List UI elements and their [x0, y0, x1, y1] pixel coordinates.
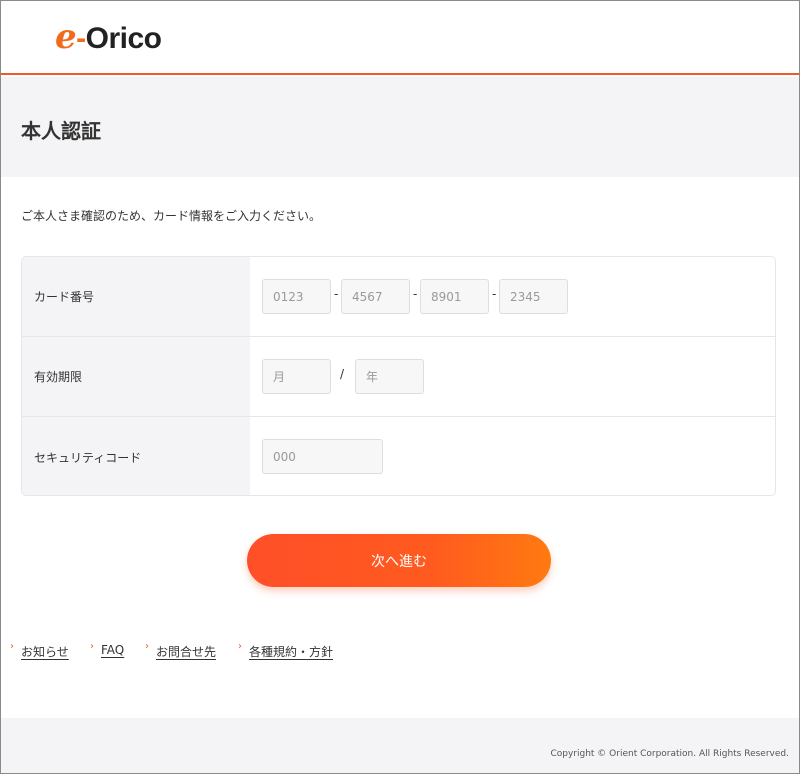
intro-text: ご本人さま確認のため、カード情報をご入力ください。 [21, 209, 322, 223]
card-number-input-3[interactable]: 8901 [420, 279, 489, 314]
chevron-right-icon: › [238, 641, 242, 652]
expiry-row: 有効期限 月 / 年 [22, 337, 775, 417]
page-title: 本人認証 [21, 119, 101, 143]
chevron-right-icon: › [145, 641, 149, 652]
e-orico-logo[interactable]: e-Orico [55, 19, 162, 57]
expiry-year-input[interactable]: 年 [355, 359, 424, 394]
card-number-input-1[interactable]: 0123 [262, 279, 331, 314]
footer-links: › お知らせ › FAQ › お問合せ先 › 各種規約・方針 [1, 641, 799, 663]
copyright-text: Copyright © Orient Corporation. All Righ… [550, 749, 789, 759]
expiry-label: 有効期限 [22, 337, 250, 416]
card-number-label: カード番号 [22, 257, 250, 336]
next-button[interactable]: 次へ進む [247, 534, 551, 587]
footer: Copyright © Orient Corporation. All Righ… [1, 718, 799, 773]
security-code-input[interactable]: 000 [262, 439, 383, 474]
footer-link-policies[interactable]: › 各種規約・方針 [238, 641, 333, 660]
site-header: e-Orico [1, 1, 799, 75]
footer-link-news[interactable]: › お知らせ [10, 641, 69, 660]
card-info-form: カード番号 0123 - 4567 - 8901 - 2345 有効期限 月 /… [21, 256, 776, 496]
card-number-input-2[interactable]: 4567 [341, 279, 410, 314]
chevron-right-icon: › [90, 641, 94, 652]
expiry-separator: / [340, 367, 345, 381]
card-number-input-4[interactable]: 2345 [499, 279, 568, 314]
chevron-right-icon: › [10, 641, 14, 652]
card-number-separator: - [492, 287, 497, 301]
card-number-row: カード番号 0123 - 4567 - 8901 - 2345 [22, 257, 775, 337]
security-code-row: セキュリティコード 000 [22, 417, 775, 495]
card-number-separator: - [334, 287, 339, 301]
card-number-separator: - [413, 287, 418, 301]
title-band: 本人認証 [1, 77, 799, 177]
security-code-label: セキュリティコード [22, 417, 250, 495]
footer-link-contact[interactable]: › お問合せ先 [145, 641, 216, 660]
expiry-month-input[interactable]: 月 [262, 359, 331, 394]
footer-link-faq[interactable]: › FAQ [90, 641, 124, 657]
